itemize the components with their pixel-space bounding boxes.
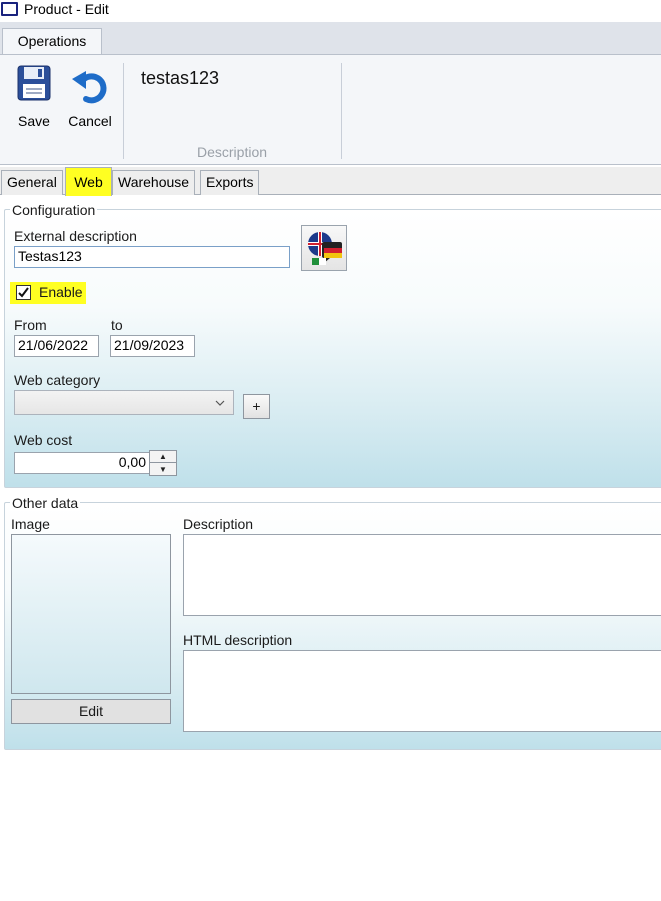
translate-button[interactable]: [301, 225, 347, 271]
web-cost-label: Web cost: [14, 432, 73, 448]
cancel-button-label: Cancel: [68, 113, 112, 129]
web-cost-input[interactable]: 0,00: [14, 452, 150, 474]
external-description-label: External description: [14, 228, 137, 244]
edit-image-button[interactable]: Edit: [11, 699, 171, 724]
spin-down-icon[interactable]: ▼: [150, 463, 176, 475]
undo-arrow-icon: [72, 71, 107, 104]
ribbon-separator: [341, 63, 342, 159]
html-description-textarea[interactable]: [183, 650, 661, 732]
ribbon-separator: [123, 63, 124, 159]
image-preview: [11, 534, 171, 694]
title-bar: Product - Edit: [0, 0, 661, 20]
html-description-label: HTML description: [183, 632, 293, 648]
tab-exports[interactable]: Exports: [200, 170, 260, 195]
web-category-label: Web category: [14, 372, 101, 388]
other-data-title: Other data: [10, 495, 81, 511]
configuration-title: Configuration: [10, 202, 98, 218]
language-flags-icon: [308, 232, 342, 265]
ribbon-body: Save Cancel: [0, 54, 661, 165]
spin-up-icon[interactable]: ▲: [150, 451, 176, 463]
window-title: Product - Edit: [24, 1, 109, 17]
cancel-button[interactable]: Cancel: [64, 63, 116, 135]
to-date-input[interactable]: 21/09/2023: [110, 335, 195, 357]
floppy-disk-icon: [17, 65, 51, 101]
ribbon-tab-operations[interactable]: Operations: [2, 28, 102, 55]
to-label: to: [111, 317, 123, 333]
chevron-down-icon: [215, 400, 225, 406]
external-description-input[interactable]: Testas123: [14, 246, 290, 268]
from-label: From: [14, 317, 47, 333]
web-cost-spinner[interactable]: ▲ ▼: [149, 450, 177, 476]
enable-checkbox-row[interactable]: Enable: [10, 282, 86, 304]
web-category-select[interactable]: [14, 390, 234, 415]
enable-checkbox[interactable]: [16, 285, 31, 300]
checkmark-icon: [18, 287, 29, 298]
from-date-input[interactable]: 21/06/2022: [14, 335, 99, 357]
description-textarea[interactable]: [183, 534, 661, 616]
description-value: testas123: [141, 68, 220, 88]
ribbon-group-label: Description: [197, 144, 268, 160]
save-button-label: Save: [18, 113, 50, 129]
save-button[interactable]: Save: [10, 63, 58, 135]
tab-general[interactable]: General: [1, 170, 63, 195]
description-label: Description: [183, 516, 254, 532]
image-label: Image: [11, 516, 50, 532]
tab-warehouse[interactable]: Warehouse: [112, 170, 196, 195]
enable-label: Enable: [39, 284, 83, 300]
window-icon: [1, 2, 18, 16]
add-category-button[interactable]: +: [243, 394, 270, 419]
tab-web[interactable]: Web: [65, 167, 112, 196]
